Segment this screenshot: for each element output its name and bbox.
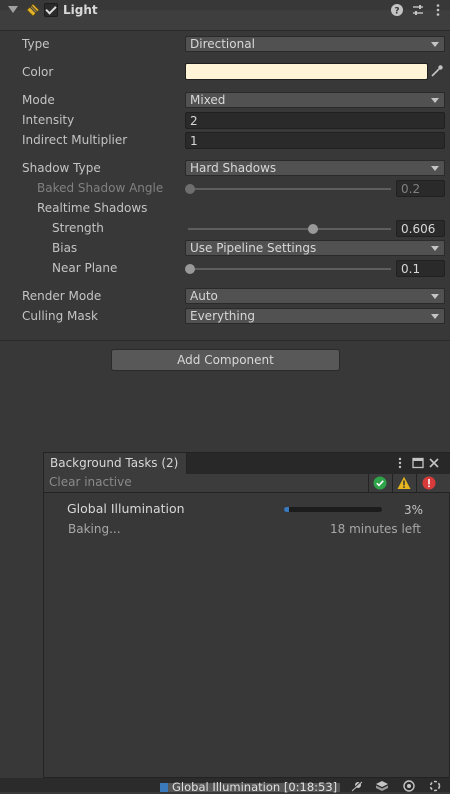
chevron-down-icon xyxy=(431,314,439,319)
light-icon xyxy=(26,3,40,17)
task-progress-fill xyxy=(284,507,289,512)
cache-server-icon[interactable] xyxy=(375,780,389,792)
toolbar-divider xyxy=(392,474,393,493)
intensity-label: Intensity xyxy=(22,113,75,127)
help-icon[interactable]: ? xyxy=(390,3,404,17)
warning-filter-icon[interactable] xyxy=(397,476,411,490)
task-time-left: 18 minutes left xyxy=(330,522,421,536)
type-label: Type xyxy=(22,37,50,51)
strength-slider-handle[interactable] xyxy=(308,224,319,234)
success-filter-icon[interactable] xyxy=(373,476,387,490)
status-bar-progress-fill xyxy=(160,783,168,792)
strength-field[interactable]: 0.606 xyxy=(396,220,445,237)
task-title: Global Illumination xyxy=(67,501,185,516)
clear-inactive-button[interactable]: Clear inactive xyxy=(49,475,132,489)
status-bar-text: Global Illumination [0:18:53] xyxy=(172,780,338,794)
baked-shadow-angle-slider-track xyxy=(188,188,391,190)
render-mode-dropdown[interactable]: Auto xyxy=(185,288,445,304)
chevron-down-icon xyxy=(431,42,439,47)
more-options-icon[interactable] xyxy=(431,3,445,17)
baked-shadow-angle-slider-handle xyxy=(185,184,195,194)
component-title: Light xyxy=(63,3,98,17)
render-mode-label: Render Mode xyxy=(22,289,102,303)
strength-label: Strength xyxy=(52,221,104,235)
shadow-type-dropdown[interactable]: Hard Shadows xyxy=(185,160,445,176)
eyedropper-icon[interactable] xyxy=(430,64,444,78)
task-progress-bar xyxy=(284,507,382,512)
chevron-down-icon xyxy=(431,98,439,103)
intensity-field[interactable]: 2 xyxy=(185,112,445,129)
indirect-multiplier-field[interactable]: 1 xyxy=(185,132,445,149)
indirect-multiplier-label: Indirect Multiplier xyxy=(22,133,128,147)
foldout-arrow-icon[interactable] xyxy=(8,6,18,13)
error-filter-icon[interactable] xyxy=(422,476,436,490)
maximize-icon[interactable] xyxy=(411,456,425,470)
culling-mask-label: Culling Mask xyxy=(22,309,98,323)
near-plane-slider-handle[interactable] xyxy=(185,264,195,274)
busy-spinner-icon xyxy=(429,780,441,792)
toolbar-divider xyxy=(416,474,417,493)
chevron-down-icon xyxy=(431,246,439,251)
mode-dropdown[interactable]: Mixed xyxy=(185,92,445,108)
task-percent: 3% xyxy=(404,503,424,517)
near-plane-slider-track[interactable] xyxy=(188,268,391,270)
tab-background-tasks[interactable]: Background Tasks (2) xyxy=(44,453,187,474)
preset-icon[interactable] xyxy=(411,3,425,17)
account-icon[interactable] xyxy=(402,780,416,792)
color-label: Color xyxy=(22,65,54,79)
bias-label: Bias xyxy=(52,241,78,255)
chevron-down-icon xyxy=(431,166,439,171)
close-icon[interactable] xyxy=(427,456,441,470)
near-plane-label: Near Plane xyxy=(52,261,118,275)
color-swatch[interactable] xyxy=(185,63,428,80)
baked-shadow-angle-field: 0.2 xyxy=(396,180,445,197)
bias-dropdown[interactable]: Use Pipeline Settings xyxy=(185,240,445,256)
tab-label: Background Tasks (2) xyxy=(50,456,179,470)
add-component-button[interactable]: Add Component xyxy=(111,349,340,371)
toolbar-divider xyxy=(368,474,369,493)
strength-slider-track[interactable] xyxy=(188,228,391,230)
component-enabled-checkbox[interactable] xyxy=(44,3,58,17)
realtime-shadows-label: Realtime Shadows xyxy=(37,201,148,215)
type-dropdown[interactable]: Directional xyxy=(185,36,445,52)
shadow-type-label: Shadow Type xyxy=(22,161,101,175)
chevron-down-icon xyxy=(431,294,439,299)
mode-label: Mode xyxy=(22,93,55,107)
svg-text:?: ? xyxy=(394,7,399,17)
culling-mask-dropdown[interactable]: Everything xyxy=(185,308,445,324)
more-options-icon[interactable] xyxy=(393,456,407,470)
baked-shadow-angle-label: Baked Shadow Angle xyxy=(37,181,164,195)
near-plane-field[interactable]: 0.1 xyxy=(396,260,445,277)
auto-generate-lighting-icon[interactable] xyxy=(350,780,364,792)
divider xyxy=(0,340,450,341)
task-status: Baking... xyxy=(68,522,121,536)
